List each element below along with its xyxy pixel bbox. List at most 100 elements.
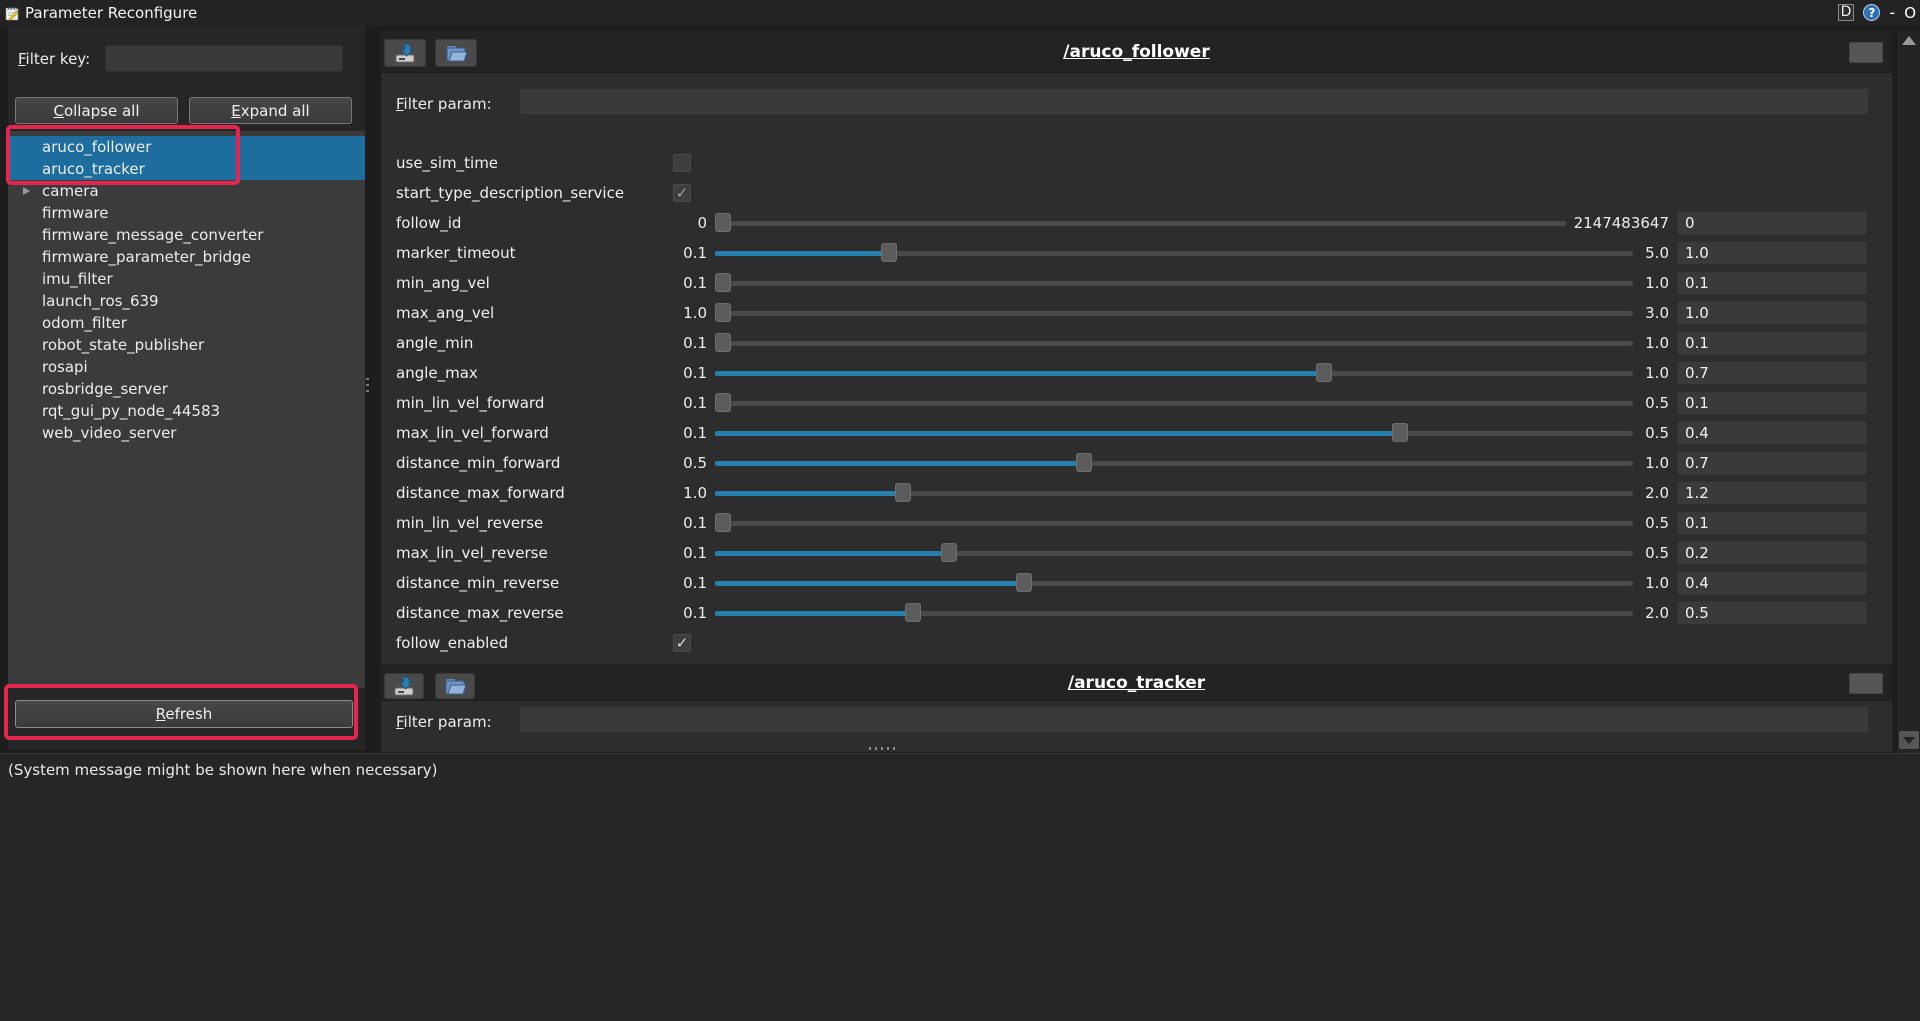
tree-item-rosapi[interactable]: rosapi	[8, 356, 365, 378]
parameter-value-input[interactable]: 0	[1677, 211, 1867, 235]
tree-item-web_video_server[interactable]: web_video_server	[8, 422, 365, 444]
parameter-row-max_lin_vel_reverse: max_lin_vel_reverse 0.1 0.5 0.2	[381, 538, 1892, 568]
notepad-app-icon	[4, 5, 21, 22]
parameter-value-input[interactable]: 0.4	[1677, 421, 1867, 445]
parameter-max: 1.0	[1641, 334, 1669, 352]
parameter-slider[interactable]	[715, 448, 1633, 478]
parameter-row-start_type_description_service: start_type_description_service ✓	[381, 178, 1892, 208]
parameter-value-input[interactable]: 1.0	[1677, 241, 1867, 265]
parameter-name: max_lin_vel_forward	[396, 424, 659, 442]
parameter-name: marker_timeout	[396, 244, 659, 262]
slider-handle[interactable]	[715, 333, 731, 352]
parameter-checkbox[interactable]: ✓	[673, 634, 691, 652]
collapse-all-button[interactable]: Collapse all	[15, 97, 178, 124]
parameter-name: max_ang_vel	[396, 304, 659, 322]
slider-handle[interactable]	[895, 483, 911, 502]
parameter-slider[interactable]	[715, 208, 1566, 238]
horizontal-splitter-handle[interactable]	[869, 747, 895, 750]
parameter-checkbox[interactable]	[673, 154, 691, 172]
parameter-value-input[interactable]: 0.5	[1677, 601, 1867, 625]
slider-handle[interactable]	[1392, 423, 1408, 442]
tree-item-firmware[interactable]: firmware	[8, 202, 365, 224]
slider-handle[interactable]	[1316, 363, 1332, 382]
expand-all-button[interactable]: Expand all	[189, 97, 352, 124]
slider-handle[interactable]	[715, 393, 731, 412]
parameter-slider[interactable]	[715, 238, 1633, 268]
parameter-checkbox[interactable]: ✓	[673, 184, 691, 202]
slider-handle[interactable]	[881, 243, 897, 262]
slider-handle[interactable]	[715, 513, 731, 532]
dock-button[interactable]: D	[1838, 4, 1855, 21]
parameter-name: min_ang_vel	[396, 274, 659, 292]
parameter-value-input[interactable]: 0.2	[1677, 541, 1867, 565]
parameter-name: follow_enabled	[396, 634, 659, 652]
parameter-value-input[interactable]: 1.2	[1677, 481, 1867, 505]
minimize-button[interactable]: -	[1889, 3, 1895, 22]
tree-item-firmware_message_converter[interactable]: firmware_message_converter	[8, 224, 365, 246]
refresh-button[interactable]: Refresh	[15, 700, 353, 728]
parameter-min: 0.1	[667, 424, 707, 442]
slider-handle[interactable]	[715, 273, 731, 292]
parameter-value-input[interactable]: 0.1	[1677, 391, 1867, 415]
parameter-value-input[interactable]: 0.1	[1677, 271, 1867, 295]
slider-handle[interactable]	[715, 213, 731, 232]
close-node-button[interactable]	[1849, 42, 1883, 63]
parameter-min: 1.0	[667, 484, 707, 502]
parameter-slider[interactable]	[715, 598, 1633, 628]
vertical-scrollbar[interactable]	[1896, 30, 1920, 753]
parameter-value-input[interactable]: 0.1	[1677, 331, 1867, 355]
parameter-value-input[interactable]: 1.0	[1677, 301, 1867, 325]
tree-item-robot_state_publisher[interactable]: robot_state_publisher	[8, 334, 365, 356]
filter-key-input[interactable]	[105, 45, 343, 72]
slider-handle[interactable]	[1016, 573, 1032, 592]
slider-handle[interactable]	[941, 543, 957, 562]
scroll-up-icon[interactable]	[1902, 36, 1916, 45]
parameter-min: 0.1	[667, 274, 707, 292]
close-node-button[interactable]	[1849, 673, 1883, 694]
parameter-slider[interactable]	[715, 478, 1633, 508]
parameter-slider[interactable]	[715, 358, 1633, 388]
slider-handle[interactable]	[905, 603, 921, 622]
parameter-min: 0.1	[667, 604, 707, 622]
parameter-min: 0.1	[667, 364, 707, 382]
tree-item-aruco_follower[interactable]: aruco_follower	[8, 136, 365, 158]
parameter-min: 0.1	[667, 574, 707, 592]
tree-item-camera[interactable]: camera	[8, 180, 365, 202]
parameter-value-input[interactable]: 0.7	[1677, 361, 1867, 385]
filter-param-input[interactable]	[519, 706, 1869, 733]
filter-param-input[interactable]	[519, 88, 1869, 115]
window-titlebar: Parameter Reconfigure D ? - O	[0, 0, 1920, 26]
tree-item-rqt_gui_py_node_44583[interactable]: rqt_gui_py_node_44583	[8, 400, 365, 422]
parameter-slider[interactable]	[715, 508, 1633, 538]
tree-item-rosbridge_server[interactable]: rosbridge_server	[8, 378, 365, 400]
vertical-splitter-handle[interactable]	[366, 378, 369, 396]
parameter-min: 0.1	[667, 544, 707, 562]
parameter-row-follow_enabled: follow_enabled ✓	[381, 628, 1892, 658]
close-button[interactable]: O	[1904, 4, 1916, 22]
parameter-slider[interactable]	[715, 298, 1633, 328]
slider-handle[interactable]	[1076, 453, 1092, 472]
slider-handle[interactable]	[715, 303, 731, 322]
tree-expand-arrow-icon[interactable]	[23, 187, 30, 195]
tree-item-launch_ros_639[interactable]: launch_ros_639	[8, 290, 365, 312]
parameter-value-input[interactable]: 0.4	[1677, 571, 1867, 595]
parameter-slider[interactable]	[715, 418, 1633, 448]
parameter-value-input[interactable]: 0.1	[1677, 511, 1867, 535]
parameter-name: min_lin_vel_forward	[396, 394, 659, 412]
parameter-name: distance_max_forward	[396, 484, 659, 502]
parameter-min: 1.0	[667, 304, 707, 322]
tree-item-odom_filter[interactable]: odom_filter	[8, 312, 365, 334]
parameter-slider[interactable]	[715, 328, 1633, 358]
tree-item-firmware_parameter_bridge[interactable]: firmware_parameter_bridge	[8, 246, 365, 268]
parameter-slider[interactable]	[715, 568, 1633, 598]
scroll-down-button[interactable]	[1899, 731, 1919, 749]
parameter-slider[interactable]	[715, 268, 1633, 298]
parameter-name: min_lin_vel_reverse	[396, 514, 659, 532]
parameter-slider[interactable]	[715, 388, 1633, 418]
tree-item-imu_filter[interactable]: imu_filter	[8, 268, 365, 290]
parameter-value-input[interactable]: 0.7	[1677, 451, 1867, 475]
parameter-row-marker_timeout: marker_timeout 0.1 5.0 1.0	[381, 238, 1892, 268]
help-icon[interactable]: ?	[1863, 4, 1880, 21]
parameter-slider[interactable]	[715, 538, 1633, 568]
tree-item-aruco_tracker[interactable]: aruco_tracker	[8, 158, 365, 180]
